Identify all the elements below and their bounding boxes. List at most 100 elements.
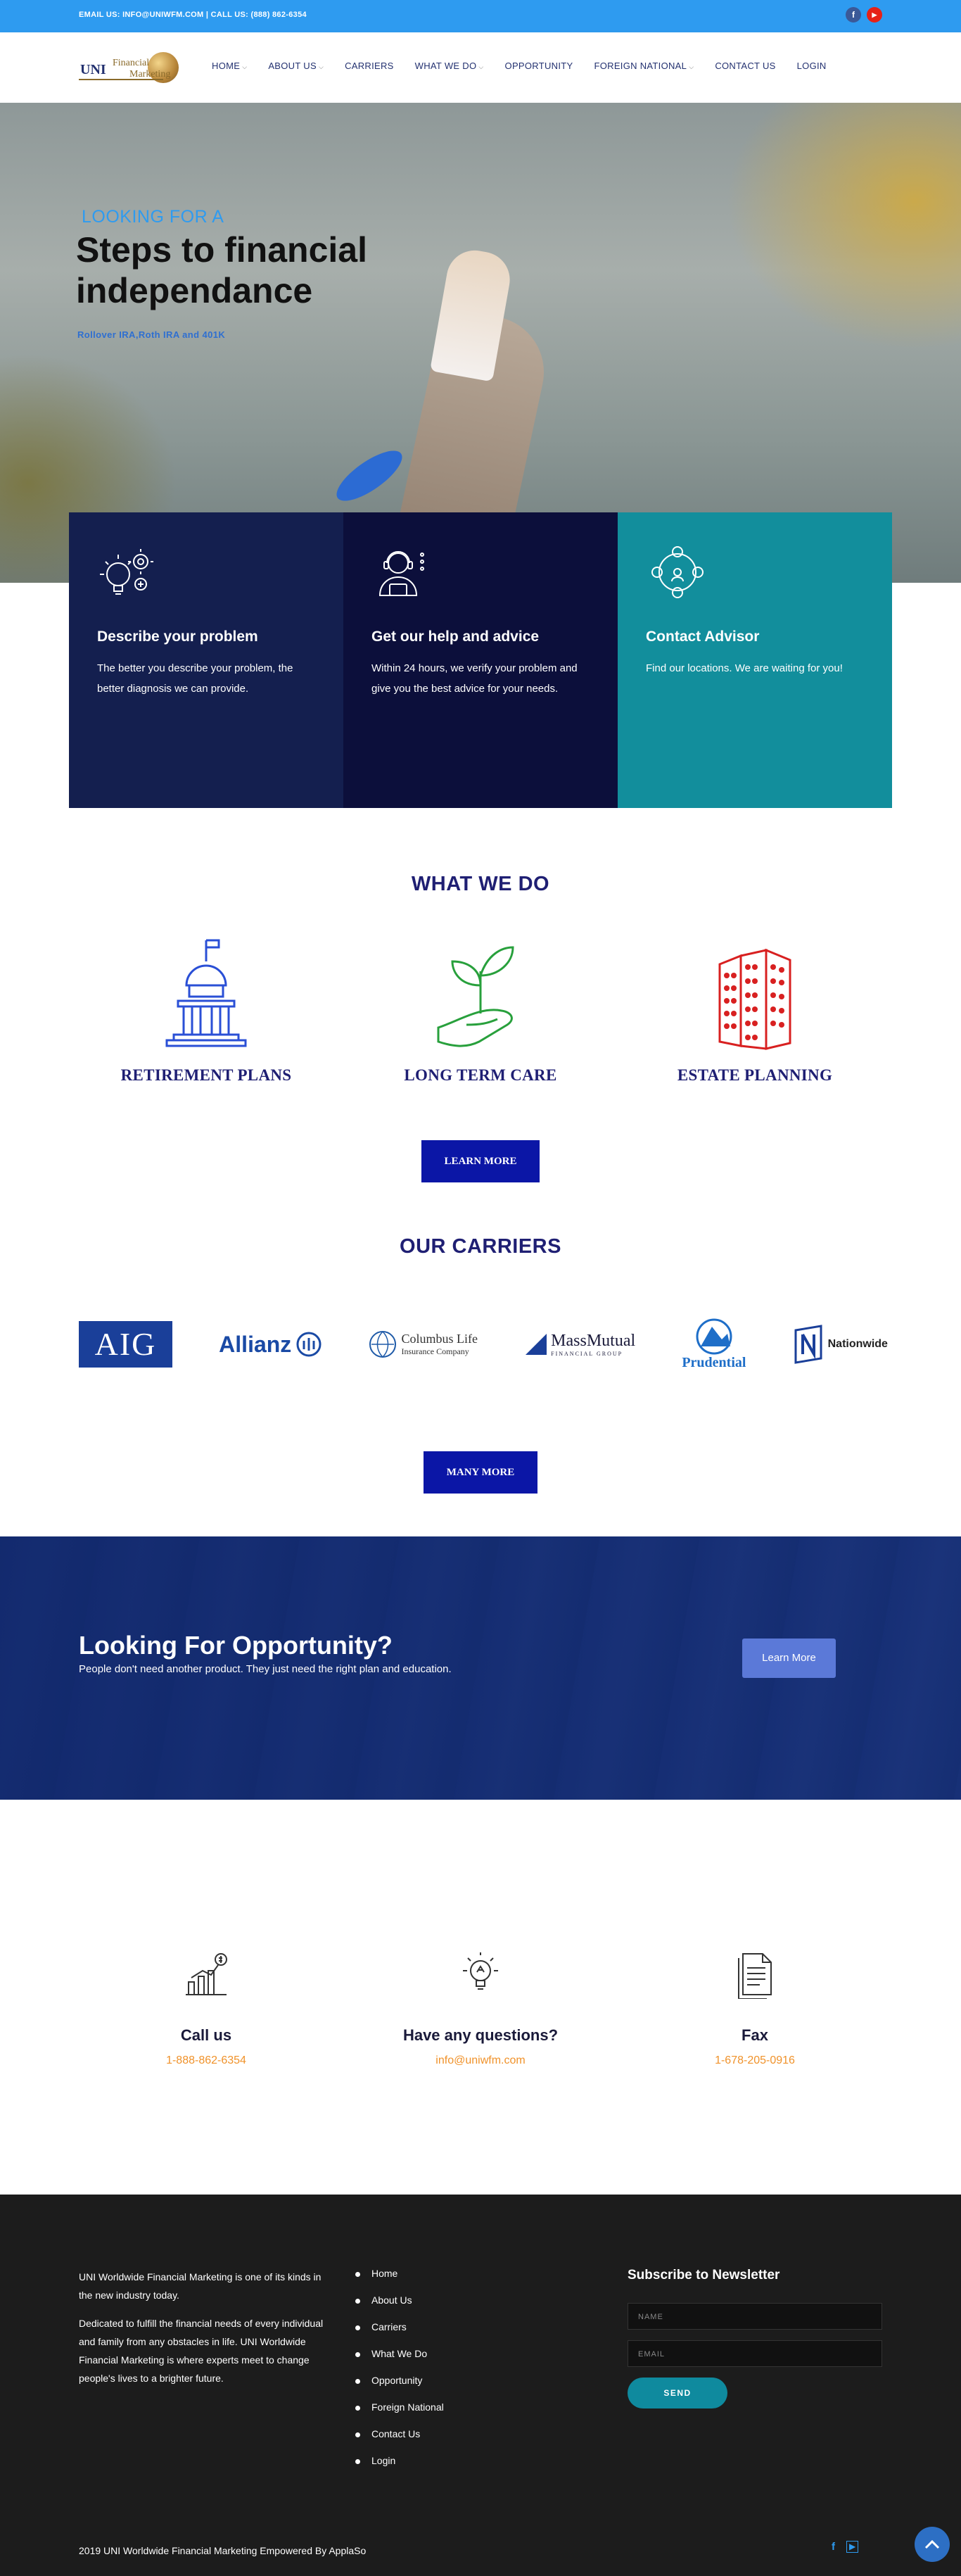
nationwide-logo[interactable]: Nationwide [793,1316,888,1372]
service-retirement[interactable]: RETIREMENT PLANS [69,936,343,1085]
footer-link-contact[interactable]: Contact Us [355,2428,444,2455]
email-link[interactable]: info@uniwfm.com [343,2054,618,2067]
footer-about-1: UNI Worldwide Financial Marketing is one… [79,2271,322,2301]
bullet-icon [355,2272,360,2277]
card-text: Find our locations. We are waiting for y… [646,662,843,674]
scroll-to-top-button[interactable] [915,2527,950,2562]
facebook-icon[interactable]: f [832,2541,835,2553]
facebook-icon[interactable]: f [846,7,861,23]
capitol-building-icon [165,939,247,1047]
feature-cards: Describe your problem The better you des… [69,512,892,808]
allianz-logo[interactable]: Allianz [219,1316,322,1372]
menu-foreign-national[interactable]: FOREIGN NATIONAL ⌵ [584,61,705,71]
top-social: f ▶ [846,7,882,23]
opportunity-banner: Looking For Opportunity? People don't ne… [0,1536,961,1800]
card-text: The better you describe your problem, th… [97,662,293,695]
nationwide-emblem-icon [794,1325,822,1364]
columbus-name: Columbus Life [401,1332,478,1346]
footer-link-what-we-do[interactable]: What We Do [355,2348,444,2375]
massmutual-logo[interactable]: MassMutual FINANCIAL GROUP [524,1316,635,1372]
footer: UNI Worldwide Financial Marketing is one… [0,2195,961,2576]
newsletter: Subscribe to Newsletter NAME EMAIL SEND [628,2268,882,2408]
service-long-term-care[interactable]: LONG TERM CARE [343,936,618,1085]
opportunity-learn-more-button[interactable]: Learn More [742,1639,836,1678]
menu-label: FOREIGN NATIONAL [594,61,687,71]
footer-about: UNI Worldwide Financial Marketing is one… [79,2268,332,2397]
service-name: RETIREMENT PLANS [120,1066,292,1084]
menu-label: HOME [212,61,241,71]
contact-info: Call us 1-888-862-6354 Have any question… [69,1950,892,2067]
menu-opportunity[interactable]: OPPORTUNITY [495,61,584,71]
phone-link[interactable]: 1-888-862-6354 [69,2054,343,2067]
many-more-button[interactable]: MANY MORE [424,1451,537,1494]
footer-link-about[interactable]: About Us [355,2294,444,2321]
opportunity-text: People don't need another product. They … [79,1663,452,1675]
allianz-logo-text: Allianz [219,1331,292,1357]
newsletter-send-button[interactable]: SEND [628,2378,727,2408]
newsletter-email-field[interactable]: EMAIL [628,2340,882,2367]
lightbulb-icon [463,1952,498,1990]
youtube-icon[interactable]: ▶ [846,2541,859,2553]
what-we-do-title: WHAT WE DO [411,873,550,895]
chevron-up-icon [924,2539,940,2549]
logo-uni: UNI [80,62,106,77]
allianz-emblem-icon [296,1332,322,1357]
network-people-icon [651,546,704,598]
prudential-name: Prudential [682,1354,746,1370]
footer-link-home[interactable]: Home [355,2268,444,2294]
document-icon [738,1953,772,2000]
menu-label: LOGIN [796,61,827,71]
hero-pretitle: LOOKING FOR A [82,207,224,227]
footer-link-label: Contact Us [371,2428,421,2439]
building-icon [718,948,791,1050]
site-logo[interactable]: UNI Financial Marketing [79,46,191,89]
card-title: Contact Advisor [646,629,760,645]
menu-label: WHAT WE DO [414,61,477,71]
footer-link-carriers[interactable]: Carriers [355,2321,444,2348]
hero-subtitle: Rollover IRA,Roth IRA and 401K [77,329,226,340]
menu: HOME ⌵ ABOUT US ⌵ CARRIERS WHAT WE DO ⌵ OPP… [201,61,837,71]
menu-label: OPPORTUNITY [504,61,573,71]
prudential-logo[interactable]: Prudential [682,1316,746,1372]
prudential-rock-icon [696,1318,732,1354]
contact-title: Have any questions? [402,2026,559,2044]
advisor-headset-icon [378,551,424,596]
card-contact-advisor: Contact Advisor Find our locations. We a… [618,512,892,808]
menu-carriers[interactable]: CARRIERS [334,61,405,71]
massmutual-emblem-icon [526,1334,547,1355]
menu-home[interactable]: HOME ⌵ [201,61,257,71]
carriers-logos: AIG Allianz Columbus Life Insurance Comp… [79,1309,888,1379]
card-help: Get our help and advice Within 24 hours,… [343,512,618,808]
columbus-life-logo[interactable]: Columbus Life Insurance Company [369,1316,478,1372]
bullet-icon [355,2299,360,2304]
menu-about[interactable]: ABOUT US ⌵ [257,61,334,71]
card-describe: Describe your problem The better you des… [69,512,343,808]
learn-more-button[interactable]: LEARN MORE [421,1140,540,1182]
footer-social: f ▶ [832,2541,859,2553]
menu-login[interactable]: LOGIN [787,61,837,71]
youtube-icon[interactable]: ▶ [867,7,882,23]
menu-what-we-do[interactable]: WHAT WE DO ⌵ [405,61,495,71]
columbus-globe-icon [369,1331,397,1358]
contact-title: Call us [180,2026,232,2044]
massmutual-sub: FINANCIAL GROUP [551,1351,623,1357]
menu-contact[interactable]: CONTACT US [704,61,786,71]
footer-links: Home About Us Carriers What We Do Opport… [355,2268,444,2482]
hero-banner: LOOKING FOR A Steps to financial indepen… [0,103,961,583]
menu-label: CONTACT US [715,61,776,71]
newsletter-title: Subscribe to Newsletter [628,2268,780,2283]
footer-link-foreign-national[interactable]: Foreign National [355,2401,444,2428]
card-title: Describe your problem [97,629,258,645]
service-estate-planning[interactable]: ESTATE PLANNING [618,936,892,1085]
opportunity-title: Looking For Opportunity? [79,1631,393,1660]
logo-underline [79,79,163,80]
footer-link-opportunity[interactable]: Opportunity [355,2375,444,2401]
footer-link-label: What We Do [371,2348,428,2359]
chevron-down-icon: ⌵ [318,63,324,70]
newsletter-name-field[interactable]: NAME [628,2303,882,2330]
bullet-icon [355,2379,360,2384]
aig-logo[interactable]: AIG [79,1316,172,1372]
main-nav: UNI Financial Marketing HOME ⌵ ABOUT US ⌵ … [0,32,961,103]
chevron-down-icon: ⌵ [478,63,484,70]
footer-link-login[interactable]: Login [355,2455,444,2482]
